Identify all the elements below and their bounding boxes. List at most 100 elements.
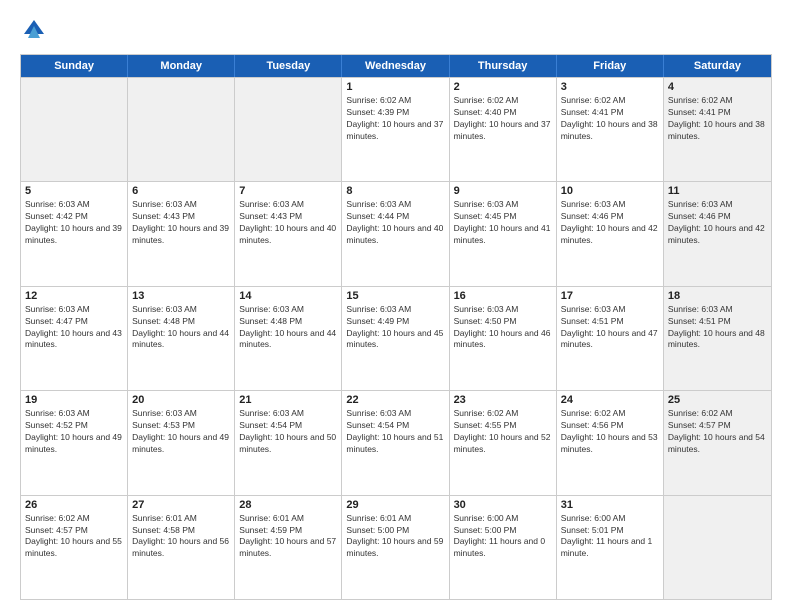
day-number: 18 xyxy=(668,290,767,302)
calendar-body: 1 Sunrise: 6:02 AM Sunset: 4:39 PM Daylig… xyxy=(21,77,771,599)
calendar-cell: 23Sunrise: 6:02 AM Sunset: 4:55 PM Dayli… xyxy=(450,391,557,494)
calendar-cell: 8Sunrise: 6:03 AM Sunset: 4:44 PM Daylig… xyxy=(342,182,449,285)
calendar-cell: 12Sunrise: 6:03 AM Sunset: 4:47 PM Dayli… xyxy=(21,287,128,390)
logo-icon xyxy=(20,16,48,44)
day-info: Sunrise: 6:03 AM Sunset: 4:51 PM Dayligh… xyxy=(668,304,767,352)
day-number: 31 xyxy=(561,499,659,511)
calendar-cell: 1 Sunrise: 6:02 AM Sunset: 4:39 PM Daylig… xyxy=(342,78,449,181)
day-number: 20 xyxy=(132,394,230,406)
day-info: Sunrise: 6:03 AM Sunset: 4:52 PM Dayligh… xyxy=(25,408,123,456)
day-info: Sunrise: 6:03 AM Sunset: 4:43 PM Dayligh… xyxy=(239,199,337,247)
calendar-cell: 4 Sunrise: 6:02 AM Sunset: 4:41 PM Daylig… xyxy=(664,78,771,181)
day-info: Sunrise: 6:03 AM Sunset: 4:47 PM Dayligh… xyxy=(25,304,123,352)
calendar-row-2: 5Sunrise: 6:03 AM Sunset: 4:42 PM Daylig… xyxy=(21,181,771,285)
day-info: Sunrise: 6:01 AM Sunset: 5:00 PM Dayligh… xyxy=(346,513,444,561)
day-number: 19 xyxy=(25,394,123,406)
calendar-cell: 7Sunrise: 6:03 AM Sunset: 4:43 PM Daylig… xyxy=(235,182,342,285)
day-number: 10 xyxy=(561,185,659,197)
header-cell-sunday: Sunday xyxy=(21,55,128,77)
day-number: 25 xyxy=(668,394,767,406)
header-cell-friday: Friday xyxy=(557,55,664,77)
calendar-row-3: 12Sunrise: 6:03 AM Sunset: 4:47 PM Dayli… xyxy=(21,286,771,390)
calendar-cell: 14 Sunrise: 6:03 AM Sunset: 4:48 PM Dayli… xyxy=(235,287,342,390)
calendar-cell: 16 Sunrise: 6:03 AM Sunset: 4:50 PM Dayli… xyxy=(450,287,557,390)
day-number: 6 xyxy=(132,185,230,197)
calendar-cell: 18 Sunrise: 6:03 AM Sunset: 4:51 PM Dayli… xyxy=(664,287,771,390)
calendar-cell: 25 Sunrise: 6:02 AM Sunset: 4:57 PM Dayli… xyxy=(664,391,771,494)
day-info: Sunrise: 6:03 AM Sunset: 4:53 PM Dayligh… xyxy=(132,408,230,456)
day-info: Sunrise: 6:03 AM Sunset: 4:48 PM Dayligh… xyxy=(132,304,230,352)
calendar-cell: 10 Sunrise: 6:03 AM Sunset: 4:46 PM Dayli… xyxy=(557,182,664,285)
calendar-cell: 28 Sunrise: 6:01 AM Sunset: 4:59 PM Dayli… xyxy=(235,496,342,599)
calendar-cell: 15 Sunrise: 6:03 AM Sunset: 4:49 PM Dayli… xyxy=(342,287,449,390)
day-number: 5 xyxy=(25,185,123,197)
day-info: Sunrise: 6:01 AM Sunset: 4:59 PM Dayligh… xyxy=(239,513,337,561)
header-cell-wednesday: Wednesday xyxy=(342,55,449,77)
day-number: 15 xyxy=(346,290,444,302)
day-info: Sunrise: 6:03 AM Sunset: 4:51 PM Dayligh… xyxy=(561,304,659,352)
day-info: Sunrise: 6:02 AM Sunset: 4:57 PM Dayligh… xyxy=(668,408,767,456)
header-cell-monday: Monday xyxy=(128,55,235,77)
day-info: Sunrise: 6:02 AM Sunset: 4:55 PM Dayligh… xyxy=(454,408,552,456)
day-info: Sunrise: 6:02 AM Sunset: 4:40 PM Dayligh… xyxy=(454,95,552,143)
day-number: 16 xyxy=(454,290,552,302)
day-info: Sunrise: 6:02 AM Sunset: 4:56 PM Dayligh… xyxy=(561,408,659,456)
calendar-cell: 31 Sunrise: 6:00 AM Sunset: 5:01 PM Dayli… xyxy=(557,496,664,599)
day-number: 3 xyxy=(561,81,659,93)
day-info: Sunrise: 6:03 AM Sunset: 4:49 PM Dayligh… xyxy=(346,304,444,352)
calendar-cell: 9Sunrise: 6:03 AM Sunset: 4:45 PM Daylig… xyxy=(450,182,557,285)
calendar-cell: 13 Sunrise: 6:03 AM Sunset: 4:48 PM Dayli… xyxy=(128,287,235,390)
day-number: 24 xyxy=(561,394,659,406)
day-info: Sunrise: 6:00 AM Sunset: 5:00 PM Dayligh… xyxy=(454,513,552,561)
day-number: 28 xyxy=(239,499,337,511)
day-number: 30 xyxy=(454,499,552,511)
calendar-cell xyxy=(21,78,128,181)
calendar-cell: 17Sunrise: 6:03 AM Sunset: 4:51 PM Dayli… xyxy=(557,287,664,390)
day-number: 29 xyxy=(346,499,444,511)
calendar-cell xyxy=(128,78,235,181)
calendar-row-5: 26 Sunrise: 6:02 AM Sunset: 4:57 PM Dayli… xyxy=(21,495,771,599)
calendar-cell: 22Sunrise: 6:03 AM Sunset: 4:54 PM Dayli… xyxy=(342,391,449,494)
day-number: 13 xyxy=(132,290,230,302)
calendar-row-4: 19 Sunrise: 6:03 AM Sunset: 4:52 PM Dayli… xyxy=(21,390,771,494)
day-number: 26 xyxy=(25,499,123,511)
day-info: Sunrise: 6:03 AM Sunset: 4:46 PM Dayligh… xyxy=(668,199,767,247)
day-info: Sunrise: 6:03 AM Sunset: 4:44 PM Dayligh… xyxy=(346,199,444,247)
day-info: Sunrise: 6:03 AM Sunset: 4:43 PM Dayligh… xyxy=(132,199,230,247)
day-number: 9 xyxy=(454,185,552,197)
page-header xyxy=(20,16,772,44)
calendar-cell: 29 Sunrise: 6:01 AM Sunset: 5:00 PM Dayli… xyxy=(342,496,449,599)
calendar-cell: 21Sunrise: 6:03 AM Sunset: 4:54 PM Dayli… xyxy=(235,391,342,494)
calendar-cell: 5Sunrise: 6:03 AM Sunset: 4:42 PM Daylig… xyxy=(21,182,128,285)
day-info: Sunrise: 6:02 AM Sunset: 4:39 PM Dayligh… xyxy=(346,95,444,143)
day-number: 4 xyxy=(668,81,767,93)
day-info: Sunrise: 6:03 AM Sunset: 4:48 PM Dayligh… xyxy=(239,304,337,352)
day-info: Sunrise: 6:02 AM Sunset: 4:41 PM Dayligh… xyxy=(668,95,767,143)
calendar-row-1: 1 Sunrise: 6:02 AM Sunset: 4:39 PM Daylig… xyxy=(21,77,771,181)
calendar-cell xyxy=(235,78,342,181)
calendar-cell: 27Sunrise: 6:01 AM Sunset: 4:58 PM Dayli… xyxy=(128,496,235,599)
day-number: 14 xyxy=(239,290,337,302)
day-number: 11 xyxy=(668,185,767,197)
day-info: Sunrise: 6:03 AM Sunset: 4:46 PM Dayligh… xyxy=(561,199,659,247)
calendar-cell xyxy=(664,496,771,599)
day-number: 2 xyxy=(454,81,552,93)
header-cell-thursday: Thursday xyxy=(450,55,557,77)
day-info: Sunrise: 6:02 AM Sunset: 4:41 PM Dayligh… xyxy=(561,95,659,143)
calendar-cell: 3 Sunrise: 6:02 AM Sunset: 4:41 PM Daylig… xyxy=(557,78,664,181)
logo xyxy=(20,16,52,44)
calendar-grid: SundayMondayTuesdayWednesdayThursdayFrid… xyxy=(20,54,772,600)
day-info: Sunrise: 6:01 AM Sunset: 4:58 PM Dayligh… xyxy=(132,513,230,561)
calendar-cell: 2 Sunrise: 6:02 AM Sunset: 4:40 PM Daylig… xyxy=(450,78,557,181)
day-info: Sunrise: 6:02 AM Sunset: 4:57 PM Dayligh… xyxy=(25,513,123,561)
calendar-cell: 26 Sunrise: 6:02 AM Sunset: 4:57 PM Dayli… xyxy=(21,496,128,599)
calendar-cell: 24 Sunrise: 6:02 AM Sunset: 4:56 PM Dayli… xyxy=(557,391,664,494)
day-info: Sunrise: 6:00 AM Sunset: 5:01 PM Dayligh… xyxy=(561,513,659,561)
day-info: Sunrise: 6:03 AM Sunset: 4:50 PM Dayligh… xyxy=(454,304,552,352)
day-number: 1 xyxy=(346,81,444,93)
calendar-page: SundayMondayTuesdayWednesdayThursdayFrid… xyxy=(0,0,792,612)
calendar-cell: 30 Sunrise: 6:00 AM Sunset: 5:00 PM Dayli… xyxy=(450,496,557,599)
calendar-cell: 6 Sunrise: 6:03 AM Sunset: 4:43 PM Daylig… xyxy=(128,182,235,285)
header-cell-tuesday: Tuesday xyxy=(235,55,342,77)
header-cell-saturday: Saturday xyxy=(664,55,771,77)
